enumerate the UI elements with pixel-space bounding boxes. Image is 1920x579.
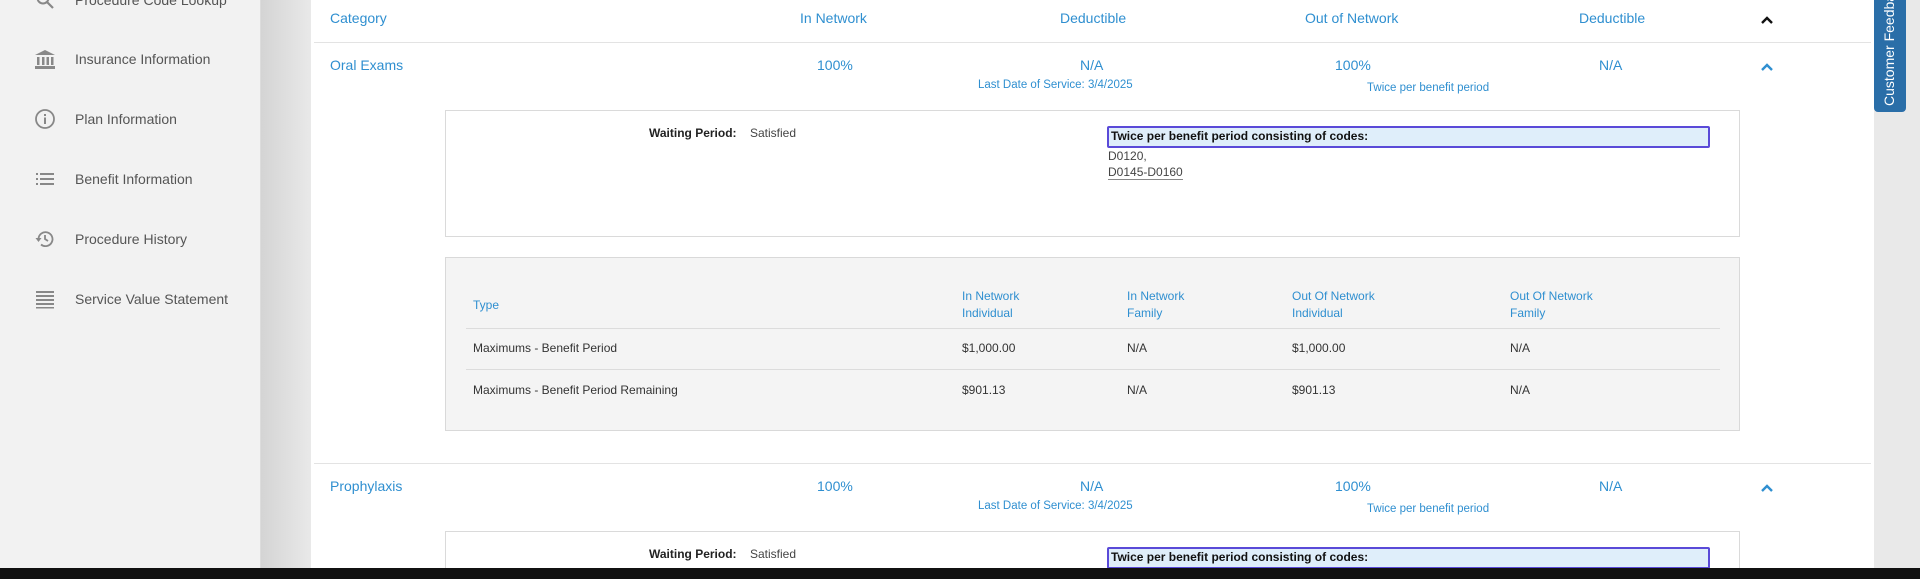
header-out-network: Out of Network xyxy=(1305,10,1399,26)
waiting-period-value: Satisfied xyxy=(750,547,797,561)
table-divider xyxy=(466,369,1720,370)
sidebar-item-label: Procedure Code Lookup xyxy=(75,0,227,8)
col-type: Type xyxy=(473,298,500,312)
info-icon xyxy=(33,107,57,131)
frequency-detail[interactable]: Twice per benefit period consisting of c… xyxy=(1107,126,1710,148)
sidebar-shadow xyxy=(261,0,311,579)
sidebar-item-label: Plan Information xyxy=(75,111,177,127)
row-in-network-family: N/A xyxy=(1127,341,1148,355)
prophylaxis-deductible-out: N/A xyxy=(1599,478,1623,494)
sidebar-item-benefit-information[interactable]: Benefit Information xyxy=(0,157,261,201)
header-deductible-out: Deductible xyxy=(1579,10,1646,26)
sidebar-item-insurance-information[interactable]: Insurance Information xyxy=(0,37,261,81)
row-out-network-family: N/A xyxy=(1510,341,1531,355)
table-divider xyxy=(466,328,1720,329)
prophylaxis-last-service: Last Date of Service: 3/4/2025 xyxy=(978,500,1133,512)
bottom-bar xyxy=(0,568,1920,579)
customer-feedback-label: Customer Feedback xyxy=(1881,0,1897,106)
frequency-detail[interactable]: Twice per benefit period consisting of c… xyxy=(1107,547,1710,568)
sidebar-item-label: Service Value Statement xyxy=(75,291,229,307)
oral-exams-out-network: 100% xyxy=(1335,57,1371,73)
sidebar: Procedure Code Lookup Insurance Informat… xyxy=(0,0,261,579)
col-out-network-individual-line2: Individual xyxy=(1292,306,1343,320)
row-in-network-individual: $901.13 xyxy=(962,383,1006,397)
waiting-period-value: Satisfied xyxy=(750,126,797,140)
prophylaxis-out-network: 100% xyxy=(1335,478,1371,494)
col-in-network-individual-line1: In Network xyxy=(962,289,1020,303)
bank-icon xyxy=(33,47,57,71)
divider xyxy=(314,42,1871,43)
code-d0120: D0120, xyxy=(1108,149,1147,163)
benefit-panel: Category In Network Deductible Out of Ne… xyxy=(311,0,1874,568)
prophylaxis-deductible-in: N/A xyxy=(1080,478,1104,494)
header-category: Category xyxy=(330,10,387,26)
divider xyxy=(314,463,1871,464)
row-in-network-individual: $1,000.00 xyxy=(962,341,1016,355)
header-in-network: In Network xyxy=(800,10,867,26)
sidebar-item-procedure-code-lookup[interactable]: Procedure Code Lookup xyxy=(0,0,261,22)
sidebar-item-label: Benefit Information xyxy=(75,171,193,187)
chevron-up-icon[interactable] xyxy=(1758,479,1776,497)
oral-exams-detail-box: Waiting Period: Satisfied Twice per bene… xyxy=(445,110,1740,237)
sidebar-item-procedure-history[interactable]: Procedure History xyxy=(0,217,261,261)
oral-exams-last-service: Last Date of Service: 3/4/2025 xyxy=(978,79,1133,91)
prophylaxis-in-network: 100% xyxy=(817,478,853,494)
sidebar-item-label: Insurance Information xyxy=(75,51,211,67)
collapse-all-chevron-icon[interactable] xyxy=(1758,11,1776,29)
search-icon xyxy=(33,0,57,12)
row-type: Maximums - Benefit Period Remaining xyxy=(473,383,678,397)
history-icon xyxy=(33,227,57,251)
col-in-network-family-line2: Family xyxy=(1127,306,1163,320)
chevron-up-icon[interactable] xyxy=(1758,58,1776,76)
sidebar-item-service-value-statement[interactable]: Service Value Statement xyxy=(0,277,261,321)
col-out-network-individual-line1: Out Of Network xyxy=(1292,289,1375,303)
oral-exams-maximums-table: Type In Network Individual In Network Fa… xyxy=(445,257,1740,431)
list-icon xyxy=(33,167,57,191)
statement-icon xyxy=(33,287,57,311)
oral-exams-frequency: Twice per benefit period xyxy=(1367,82,1490,94)
header-deductible-in: Deductible xyxy=(1060,10,1127,26)
frequency-detail-text: Twice per benefit period consisting of c… xyxy=(1111,550,1369,564)
sidebar-item-label: Procedure History xyxy=(75,231,188,247)
col-in-network-individual-line2: Individual xyxy=(962,306,1013,320)
waiting-period-label: Waiting Period: xyxy=(649,126,737,140)
oral-exams-deductible-out: N/A xyxy=(1599,57,1623,73)
sidebar-item-plan-information[interactable]: Plan Information xyxy=(0,97,261,141)
col-out-network-family-line2: Family xyxy=(1510,306,1546,320)
frequency-detail-text: Twice per benefit period consisting of c… xyxy=(1111,129,1369,143)
waiting-period-label: Waiting Period: xyxy=(649,547,737,561)
row-out-network-individual: $1,000.00 xyxy=(1292,341,1346,355)
oral-exams-in-network: 100% xyxy=(817,57,853,73)
code-d0145-d0160[interactable]: D0145-D0160 xyxy=(1108,165,1183,180)
category-oral-exams[interactable]: Oral Exams xyxy=(330,57,403,73)
row-out-network-family: N/A xyxy=(1510,383,1531,397)
col-in-network-family-line1: In Network xyxy=(1127,289,1185,303)
col-out-network-family-line1: Out Of Network xyxy=(1510,289,1593,303)
category-prophylaxis[interactable]: Prophylaxis xyxy=(330,478,402,494)
row-out-network-individual: $901.13 xyxy=(1292,383,1336,397)
customer-feedback-tab[interactable]: Customer Feedback xyxy=(1874,0,1906,112)
row-type: Maximums - Benefit Period xyxy=(473,341,618,355)
row-in-network-family: N/A xyxy=(1127,383,1148,397)
oral-exams-deductible-in: N/A xyxy=(1080,57,1104,73)
prophylaxis-detail-box: Waiting Period: Satisfied Twice per bene… xyxy=(445,531,1740,568)
prophylaxis-frequency: Twice per benefit period xyxy=(1367,503,1490,515)
